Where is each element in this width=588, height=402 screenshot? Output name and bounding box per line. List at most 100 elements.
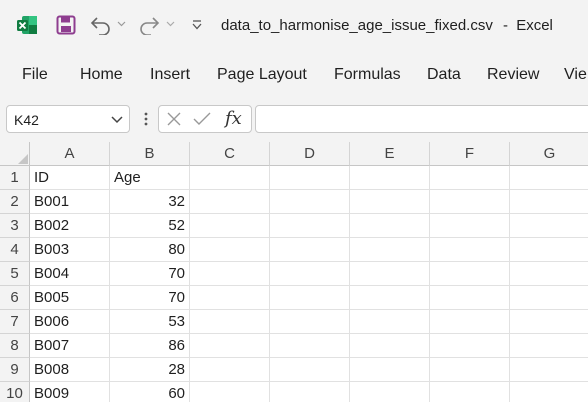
tab-home[interactable]: Home (80, 66, 123, 84)
cell-empty[interactable] (190, 214, 270, 238)
tab-review[interactable]: Review (487, 66, 539, 84)
row-header[interactable]: 9 (0, 358, 30, 382)
cell-empty[interactable] (430, 286, 510, 310)
cell-id[interactable]: ID (30, 166, 110, 190)
cell-age[interactable]: Age (110, 166, 190, 190)
chevron-down-icon[interactable] (166, 21, 175, 27)
column-header-g[interactable]: G (510, 142, 588, 166)
cell-empty[interactable] (350, 334, 430, 358)
tab-insert[interactable]: Insert (150, 66, 190, 84)
cell-empty[interactable] (270, 358, 350, 382)
row-header[interactable]: 2 (0, 190, 30, 214)
row-header[interactable]: 1 (0, 166, 30, 190)
cell-id[interactable]: B007 (30, 334, 110, 358)
cell-id[interactable]: B001 (30, 190, 110, 214)
cell-empty[interactable] (510, 238, 588, 262)
cell-empty[interactable] (270, 166, 350, 190)
column-header-e[interactable]: E (350, 142, 430, 166)
cell-empty[interactable] (430, 358, 510, 382)
undo-icon[interactable] (90, 15, 112, 35)
chevron-down-icon[interactable] (117, 21, 126, 27)
cell-age[interactable]: 52 (110, 214, 190, 238)
row-header[interactable]: 3 (0, 214, 30, 238)
cell-id[interactable]: B008 (30, 358, 110, 382)
cell-empty[interactable] (270, 310, 350, 334)
cell-age[interactable]: 53 (110, 310, 190, 334)
cell-empty[interactable] (190, 190, 270, 214)
tab-page-layout[interactable]: Page Layout (217, 66, 307, 84)
cell-empty[interactable] (190, 238, 270, 262)
save-icon[interactable] (56, 15, 76, 35)
column-header-b[interactable]: B (110, 142, 190, 166)
cell-id[interactable]: B004 (30, 262, 110, 286)
cell-empty[interactable] (510, 190, 588, 214)
cell-id[interactable]: B003 (30, 238, 110, 262)
row-header[interactable]: 7 (0, 310, 30, 334)
cell-empty[interactable] (270, 214, 350, 238)
row-header[interactable]: 10 (0, 382, 30, 402)
customize-qat-icon[interactable] (192, 20, 202, 30)
name-box[interactable]: K42 (6, 105, 130, 133)
cell-age[interactable]: 80 (110, 238, 190, 262)
cell-empty[interactable] (350, 286, 430, 310)
cell-empty[interactable] (510, 166, 588, 190)
tab-file[interactable]: File (22, 66, 48, 84)
cell-empty[interactable] (350, 238, 430, 262)
insert-function-icon[interactable]: fx (225, 108, 242, 129)
cell-age[interactable]: 86 (110, 334, 190, 358)
cell-id[interactable]: B006 (30, 310, 110, 334)
cell-empty[interactable] (430, 262, 510, 286)
more-options-icon[interactable] (143, 112, 149, 126)
cell-id[interactable]: B002 (30, 214, 110, 238)
column-header-c[interactable]: C (190, 142, 270, 166)
cell-empty[interactable] (430, 382, 510, 402)
cell-empty[interactable] (350, 166, 430, 190)
cell-empty[interactable] (350, 382, 430, 402)
cell-empty[interactable] (350, 214, 430, 238)
cell-empty[interactable] (270, 286, 350, 310)
cell-empty[interactable] (270, 382, 350, 402)
cell-empty[interactable] (350, 310, 430, 334)
cell-empty[interactable] (190, 382, 270, 402)
cell-empty[interactable] (510, 214, 588, 238)
cell-empty[interactable] (510, 286, 588, 310)
row-header[interactable]: 4 (0, 238, 30, 262)
cell-age[interactable]: 70 (110, 262, 190, 286)
cell-age[interactable]: 70 (110, 286, 190, 310)
cancel-icon[interactable] (166, 111, 182, 127)
redo-icon[interactable] (138, 15, 160, 35)
cell-empty[interactable] (430, 190, 510, 214)
cell-empty[interactable] (190, 286, 270, 310)
cell-empty[interactable] (270, 190, 350, 214)
cell-empty[interactable] (430, 334, 510, 358)
cell-empty[interactable] (510, 334, 588, 358)
row-header[interactable]: 6 (0, 286, 30, 310)
cell-empty[interactable] (510, 262, 588, 286)
column-header-a[interactable]: A (30, 142, 110, 166)
formula-input[interactable] (255, 105, 588, 133)
cell-age[interactable]: 28 (110, 358, 190, 382)
enter-icon[interactable] (193, 111, 211, 127)
cell-empty[interactable] (510, 382, 588, 402)
cell-empty[interactable] (510, 358, 588, 382)
cell-empty[interactable] (430, 238, 510, 262)
cell-empty[interactable] (350, 190, 430, 214)
cell-empty[interactable] (430, 310, 510, 334)
column-header-d[interactable]: D (270, 142, 350, 166)
cell-id[interactable]: B005 (30, 286, 110, 310)
chevron-down-icon[interactable] (109, 109, 125, 129)
cell-empty[interactable] (190, 334, 270, 358)
cell-empty[interactable] (190, 310, 270, 334)
cell-age[interactable]: 32 (110, 190, 190, 214)
cell-empty[interactable] (270, 262, 350, 286)
tab-data[interactable]: Data (427, 66, 461, 84)
column-header-f[interactable]: F (430, 142, 510, 166)
row-header[interactable]: 5 (0, 262, 30, 286)
tab-formulas[interactable]: Formulas (334, 66, 401, 84)
cell-age[interactable]: 60 (110, 382, 190, 402)
cell-empty[interactable] (350, 358, 430, 382)
tab-view[interactable]: Vie (564, 66, 587, 84)
cell-empty[interactable] (270, 334, 350, 358)
cell-empty[interactable] (270, 238, 350, 262)
cell-empty[interactable] (190, 262, 270, 286)
